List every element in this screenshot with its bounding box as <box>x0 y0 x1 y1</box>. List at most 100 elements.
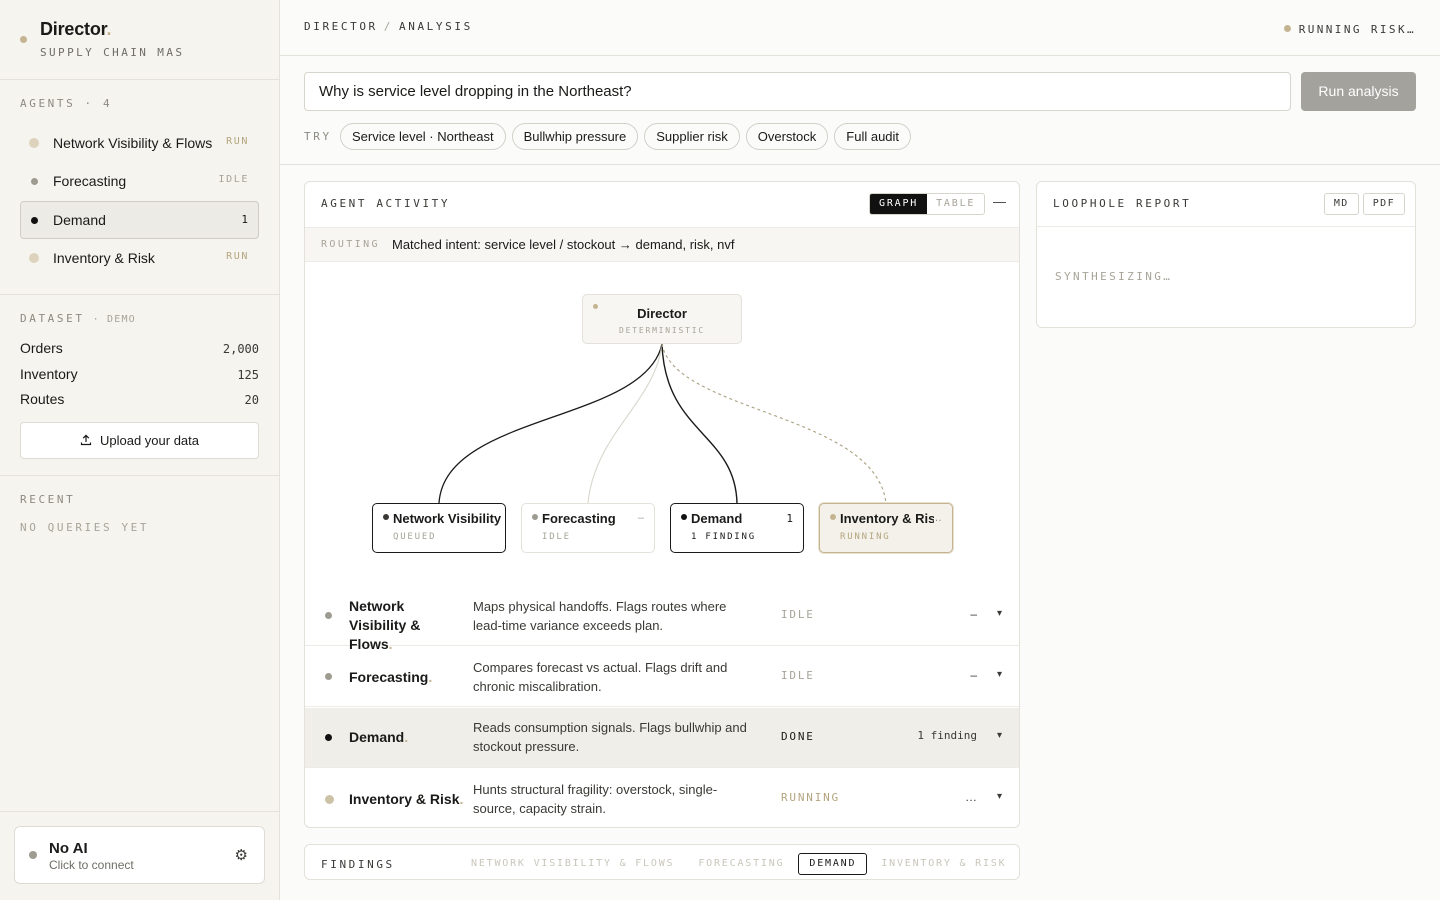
row-count: 1 finding <box>917 729 977 742</box>
ai-subtitle: Click to connect <box>49 858 134 872</box>
graph-node-director[interactable]: Director DETERMINISTIC <box>582 294 742 344</box>
node-sub: 1 FINDING <box>691 532 756 542</box>
node-count: 1 <box>786 512 793 525</box>
sidebar-agent-label: Forecasting <box>53 173 127 189</box>
divider <box>0 294 279 295</box>
routing-bar: ROUTING Matched intent: service level / … <box>305 227 1019 262</box>
node-sub: IDLE <box>542 532 571 542</box>
node-dot <box>830 514 836 520</box>
report-status: SYNTHESIZING… <box>1055 270 1173 283</box>
row-description: Compares forecast vs actual. Flags drift… <box>473 660 728 694</box>
row-description: Reads consumption signals. Flags bullwhi… <box>473 720 747 754</box>
row-count: … <box>965 790 977 804</box>
dataset-header: DATASET · DEMO <box>20 312 136 325</box>
routing-label: ROUTING <box>321 239 380 250</box>
breadcrumb: DIRECTOR / ANALYSIS <box>304 20 473 33</box>
report-title: LOOPHOLE REPORT <box>1053 197 1192 210</box>
loophole-report-panel: LOOPHOLE REPORT MD PDF SYNTHESIZING… <box>1036 181 1416 328</box>
node-sub: RUNNING <box>840 532 891 542</box>
status-dot <box>1283 25 1291 32</box>
tab-network-visibility[interactable]: NETWORK VISIBILITY & FLOWS <box>461 853 684 875</box>
row-status-dot <box>325 734 332 741</box>
export-buttons: MD PDF <box>1323 193 1405 215</box>
table-row[interactable]: Network Visibility & Flows. Maps physica… <box>305 586 1019 652</box>
sidebar-agent-count: 1 <box>241 213 248 226</box>
dataset-row-inventory: Inventory 125 <box>20 366 259 382</box>
collapse-button[interactable]: — <box>993 194 1006 209</box>
node-dot <box>383 514 389 520</box>
sidebar-agent-status: RUN <box>226 251 249 262</box>
node-count: … <box>931 512 942 524</box>
export-pdf-button[interactable]: PDF <box>1362 193 1405 215</box>
node-name: Director <box>637 306 687 321</box>
upload-data-button[interactable]: Upload your data <box>20 422 259 459</box>
node-dot <box>681 514 687 520</box>
row-status: IDLE <box>781 669 815 682</box>
table-row[interactable]: Inventory & Risk. Hunts structural fragi… <box>305 769 1019 827</box>
recent-empty-state: NO QUERIES YET <box>20 521 150 534</box>
brand-dot <box>20 36 27 43</box>
breadcrumb-director[interactable]: DIRECTOR <box>304 20 378 33</box>
sidebar-agent-label: Inventory & Risk <box>53 250 155 266</box>
row-count: – <box>970 607 977 621</box>
tab-demand[interactable]: DEMAND <box>798 853 868 875</box>
findings-panel: FINDINGS NETWORK VISIBILITY & FLOWS FORE… <box>304 844 1020 880</box>
top-bar: DIRECTOR / ANALYSIS RUNNING RISK… <box>280 0 1440 56</box>
node-sub: DETERMINISTIC <box>618 326 705 335</box>
try-label: TRY <box>304 130 332 143</box>
sidebar-agent-demand[interactable]: Demand 1 <box>20 201 259 239</box>
routing-value: Matched intent: service level / stockout… <box>392 237 735 252</box>
chevron-down-icon[interactable]: ▾ <box>997 730 1002 741</box>
app-title: Director. <box>40 19 112 39</box>
table-row[interactable]: Demand. Reads consumption signals. Flags… <box>305 708 1019 768</box>
chevron-down-icon[interactable]: ▾ <box>997 791 1002 802</box>
table-row[interactable]: Forecasting. Compares forecast vs actual… <box>305 647 1019 707</box>
chip-bullwhip[interactable]: Bullwhip pressure <box>511 123 639 150</box>
node-sub: QUEUED <box>393 532 437 542</box>
brand: Director. SUPPLY CHAIN MAS <box>0 0 279 80</box>
sidebar-agent-network-visibility[interactable]: Network Visibility & Flows RUN <box>20 124 259 162</box>
row-count: – <box>970 668 977 682</box>
recent-header: RECENT <box>20 493 76 506</box>
app-subtitle: SUPPLY CHAIN MAS <box>40 46 185 59</box>
row-status: RUNNING <box>781 791 840 804</box>
divider <box>0 811 279 812</box>
chip-overstock[interactable]: Overstock <box>745 123 829 150</box>
graph-node-demand[interactable]: Demand 1 FINDING 1 <box>670 503 804 553</box>
node-count: – <box>637 512 644 524</box>
row-agent-name: Demand. <box>349 729 409 745</box>
tab-forecasting[interactable]: FORECASTING <box>688 853 794 875</box>
tab-graph[interactable]: GRAPH <box>870 194 928 214</box>
tab-table[interactable]: TABLE <box>927 194 984 214</box>
graph-node-inventory-risk[interactable]: Inventory & Risk RUNNING … <box>819 503 953 553</box>
row-description: Maps physical handoffs. Flags routes whe… <box>473 599 727 633</box>
edge-network-visibility <box>438 343 663 504</box>
graph-node-forecasting[interactable]: Forecasting IDLE – <box>521 503 655 553</box>
ai-connect-button[interactable]: No AI Click to connect ⚙ <box>14 826 265 884</box>
edge-forecasting <box>587 343 663 504</box>
row-agent-name: Inventory & Risk. <box>349 791 464 807</box>
agent-status-dot <box>29 253 39 263</box>
node-name: Inventory & Risk <box>840 511 934 526</box>
chevron-down-icon[interactable]: ▾ <box>997 669 1002 680</box>
agent-graph: Director DETERMINISTIC Network Visibilit… <box>305 263 1019 583</box>
gear-icon[interactable]: ⚙ <box>235 846 248 864</box>
chip-service-level[interactable]: Service level · Northeast <box>340 123 506 150</box>
view-toggle: GRAPH TABLE <box>869 193 986 215</box>
sidebar-agent-inventory-risk[interactable]: Inventory & Risk RUN <box>20 239 259 277</box>
chip-supplier-risk[interactable]: Supplier risk <box>644 123 740 150</box>
query-input[interactable] <box>304 72 1291 111</box>
chevron-down-icon[interactable]: ▾ <box>997 608 1002 619</box>
chip-full-audit[interactable]: Full audit <box>834 123 912 150</box>
tab-inventory-risk[interactable]: INVENTORY & RISK <box>871 853 1016 875</box>
graph-node-network-visibility[interactable]: Network Visibility & Flows QUEUED <box>372 503 506 553</box>
export-md-button[interactable]: MD <box>1323 193 1359 215</box>
sidebar-agent-forecasting[interactable]: Forecasting IDLE <box>20 162 259 200</box>
dataset-row-orders: Orders 2,000 <box>20 340 259 356</box>
edge-demand <box>661 343 738 504</box>
agent-status-dot <box>31 178 38 185</box>
run-analysis-button[interactable]: Run analysis <box>1301 72 1416 111</box>
dataset-row-routes: Routes 20 <box>20 391 259 407</box>
findings-tabs: NETWORK VISIBILITY & FLOWS FORECASTING D… <box>461 853 1016 875</box>
sidebar-agent-status: IDLE <box>218 174 249 185</box>
